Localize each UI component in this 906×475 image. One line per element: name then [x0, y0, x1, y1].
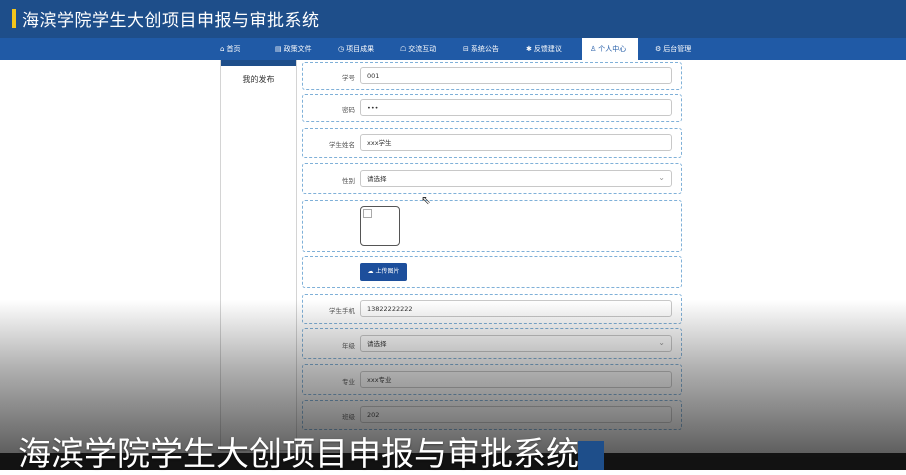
app-title: 海滨学院学生大创项目申报与审批系统 — [22, 11, 320, 31]
grade-select[interactable]: 请选择 — [360, 334, 672, 352]
nav-item-policy[interactable]: ▤ 政策文件 — [275, 38, 320, 60]
caption-accent — [578, 441, 604, 470]
nav-label: 项目成果 — [346, 45, 375, 53]
sidebar-accent — [221, 60, 296, 66]
clock-icon: ◷ — [338, 45, 345, 53]
form-row-gender: 性别 请选择 — [302, 163, 682, 194]
field-label: 专业 — [342, 378, 355, 386]
sidebar: 我的发布 — [220, 60, 297, 451]
home-icon: ⌂ — [220, 45, 225, 53]
password-input[interactable]: ••• — [360, 99, 672, 116]
sidebar-item-my-posts[interactable]: 我的发布 — [221, 74, 296, 85]
field-label: 性别 — [342, 177, 355, 185]
phone-input[interactable]: 13822222222 — [360, 300, 672, 317]
form-row-phone: 学生手机 13822222222 — [302, 294, 682, 324]
nav-label: 首页 — [226, 45, 241, 53]
cloud-upload-icon: ☁ — [367, 268, 374, 275]
upload-image-button[interactable]: ☁ 上传图片 — [360, 263, 407, 281]
form-row-major: 专业 xxx专业 — [302, 364, 682, 395]
form-row-password: 密码 ••• — [302, 94, 682, 122]
notice-icon: ⊟ — [463, 45, 469, 53]
profile-form: 学号 001 密码 ••• 学生姓名 xxx学生 性别 请选择 ☁ 上传图片 学… — [302, 60, 686, 458]
avatar-preview[interactable] — [360, 206, 400, 246]
user-icon: ♙ — [590, 45, 597, 53]
nav-item-feedback[interactable]: ✱ 反馈建议 — [526, 38, 571, 60]
title-accent-bar — [12, 9, 16, 28]
form-row-avatar — [302, 200, 682, 252]
main-nav: ⌂ 首页 ▤ 政策文件 ◷ 项目成果 ☖ 交流互动 ⊟ 系统公告 ✱ 反馈建议 ♙ 个人中心 … — [0, 38, 906, 60]
field-label: 班级 — [342, 413, 355, 421]
mouse-cursor-icon: ⇖ — [421, 193, 432, 207]
form-row-upload: ☁ 上传图片 — [302, 256, 682, 288]
form-row-student-no: 学号 001 — [302, 62, 682, 90]
nav-item-notice[interactable]: ⊟ 系统公告 — [463, 38, 508, 60]
form-row-grade: 年级 请选择 — [302, 328, 682, 359]
nav-item-results[interactable]: ◷ 项目成果 — [338, 38, 383, 60]
field-label: 学生姓名 — [329, 141, 355, 149]
form-row-class: 班级 202 — [302, 400, 682, 430]
field-label: 年级 — [342, 342, 355, 350]
feedback-icon: ✱ — [526, 45, 532, 53]
nav-item-admin[interactable]: ⚙ 后台管理 — [655, 38, 700, 60]
nav-label: 交流互动 — [408, 45, 437, 53]
field-label: 学号 — [342, 74, 355, 82]
nav-label: 系统公告 — [470, 45, 499, 53]
nav-item-profile[interactable]: ♙ 个人中心 — [582, 38, 638, 60]
class-input[interactable]: 202 — [360, 406, 672, 423]
document-icon: ▤ — [275, 45, 282, 53]
app-header: 海滨学院学生大创项目申报与审批系统 — [0, 0, 906, 38]
student-name-input[interactable]: xxx学生 — [360, 134, 672, 151]
video-caption: 海滨学院学生大创项目申报与审批系统 — [18, 434, 579, 473]
upload-label: 上传图片 — [375, 268, 400, 275]
student-no-input[interactable]: 001 — [360, 67, 672, 84]
major-input[interactable]: xxx专业 — [360, 371, 672, 388]
broken-image-icon — [363, 209, 372, 218]
nav-label: 后台管理 — [663, 45, 692, 53]
nav-item-home[interactable]: ⌂ 首页 — [220, 38, 250, 60]
nav-label: 个人中心 — [598, 45, 627, 53]
field-label: 学生手机 — [329, 307, 355, 315]
field-label: 密码 — [342, 106, 355, 114]
chat-icon: ☖ — [400, 45, 407, 53]
nav-item-forum[interactable]: ☖ 交流互动 — [400, 38, 445, 60]
form-row-student-name: 学生姓名 xxx学生 — [302, 128, 682, 158]
nav-label: 反馈建议 — [533, 45, 562, 53]
gender-select[interactable]: 请选择 — [360, 169, 672, 187]
gear-icon: ⚙ — [655, 45, 662, 53]
nav-label: 政策文件 — [283, 45, 312, 53]
